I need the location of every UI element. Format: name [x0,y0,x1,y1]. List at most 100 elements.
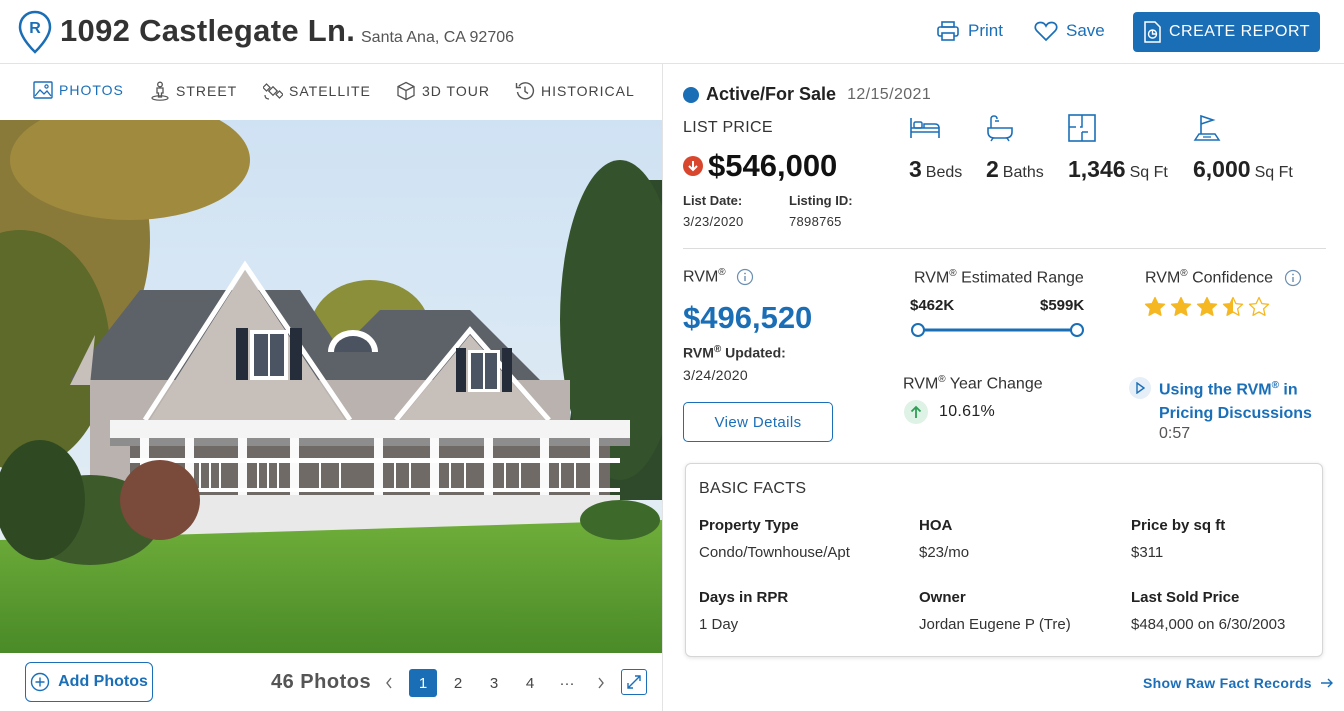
rvm-value: $496,520 [683,300,813,335]
history-icon [515,82,535,100]
arrow-right-icon [1320,678,1333,688]
star-icon [1170,296,1192,316]
raw-link-label: Show Raw Fact Records [1143,675,1312,691]
photo-count: 46 Photos [271,671,372,693]
listing-id-label: Listing ID: [789,193,853,208]
save-button[interactable]: Save [1034,20,1105,42]
basic-facts-title: BASIC FACTS [699,480,807,497]
create-report-button[interactable]: CREATE REPORT [1133,12,1320,52]
tab-historical[interactable]: HISTORICAL [515,81,635,101]
info-icon[interactable] [736,268,754,286]
more-pages-button[interactable]: ··· [553,669,581,697]
tab-3d-tour[interactable]: 3D TOUR [396,81,490,101]
fact-value: Jordan Eugene P (Tre) [919,616,1071,633]
section-divider [683,248,1326,249]
fact-label: Price by sq ft [1131,517,1226,534]
media-tabs: PHOTOS STREET SATELLITE 3D TOUR HISTORIC… [0,64,663,120]
fact-label: Property Type [699,517,799,534]
lot-flag-icon [1193,114,1221,141]
expand-button[interactable] [621,669,647,695]
play-icon[interactable] [1129,377,1151,399]
beds-feature: 3 Beds [909,114,962,182]
tab-street[interactable]: STREET [150,81,237,101]
lot-size-feature: 6,000 Sq Ft [1193,114,1293,182]
fact-value: Condo/Townhouse/Apt [699,544,850,561]
status-dot-icon [683,86,699,103]
page-header: R 1092 Castlegate Ln. Santa Ana, CA 9270… [0,0,1344,64]
fact-value: 1 Day [699,616,739,633]
chevron-right-icon [598,677,604,689]
info-icon[interactable] [1284,269,1302,287]
list-price-label: LIST PRICE [683,119,773,136]
tab-label: STREET [176,83,238,99]
svg-text:R: R [29,20,41,37]
listing-status: Active/For Sale 12/15/2021 [683,84,931,105]
rvm-range-bar [911,323,1084,337]
page-2-button[interactable]: 2 [444,669,472,697]
status-text: Active/For Sale [706,84,837,104]
show-raw-fact-records-link[interactable]: Show Raw Fact Records [1143,675,1334,691]
cube-icon [397,81,415,101]
lot-size-value: 6,000 Sq Ft [1193,156,1293,182]
street-view-icon [151,81,169,101]
fact-label: Owner [919,589,966,606]
rvm-confidence-label: RVM® Confidence [1145,268,1302,287]
rvm-video-title[interactable]: Using the RVM® in Pricing Discussions [1159,374,1339,426]
bed-icon [910,118,940,138]
rvm-video-duration: 0:57 [1159,425,1191,442]
fact-label: HOA [919,517,953,534]
prev-page-button[interactable] [375,669,403,697]
media-panel: PHOTOS STREET SATELLITE 3D TOUR HISTORIC… [0,64,663,711]
tab-photos[interactable]: PHOTOS [33,81,124,99]
rvm-range-high: $599K [1040,297,1085,314]
page-4-button[interactable]: 4 [516,669,544,697]
rvm-year-change-label: RVM® Year Change [903,374,1043,393]
list-price-value: $546,000 [708,148,838,183]
create-report-label: CREATE REPORT [1168,23,1311,40]
print-button[interactable]: Print [936,20,1003,42]
expand-icon [627,675,641,689]
star-icon [1222,296,1244,316]
bathtub-icon [987,115,1013,142]
rvm-year-change: 10.61% [904,400,995,424]
plus-circle-icon [30,672,50,692]
fact-label: Days in RPR [699,589,789,606]
print-label: Print [968,21,1003,40]
rvm-range-label: RVM® Estimated Range [914,268,1084,287]
baths-value: 2 Baths [986,156,1044,182]
photo-pagination-bar: Add Photos 46 Photos 1 2 3 4 ··· [0,653,662,711]
listing-id-value: 7898765 [789,214,842,229]
fact-label: Last Sold Price [1131,589,1240,606]
tab-label: PHOTOS [59,82,124,98]
star-icon [1196,296,1218,316]
photo-icon [33,81,53,99]
page-1-button[interactable]: 1 [409,669,437,697]
tab-label: 3D TOUR [422,83,490,99]
satellite-icon [263,83,283,100]
report-icon [1144,21,1161,43]
view-details-button[interactable]: View Details [683,402,833,442]
tab-label: SATELLITE [289,83,371,99]
next-page-button[interactable] [587,669,615,697]
chevron-left-icon [386,677,392,689]
basic-facts-card: BASIC FACTS Property Type Condo/Townhous… [685,463,1323,657]
fact-value: $484,000 on 6/30/2003 [1131,616,1286,633]
fact-value: $311 [1131,544,1164,561]
save-label: Save [1066,21,1105,40]
tab-satellite[interactable]: SATELLITE [263,81,371,101]
arrow-up-icon [904,400,928,424]
rvm-updated-label: RVM® Updated: [683,344,786,361]
rvm-range-low: $462K [910,297,955,314]
property-city-state-zip: Santa Ana, CA 92706 [361,29,515,46]
rvm-label: RVM® [683,267,754,286]
location-pin-logo-icon[interactable]: R [18,10,52,54]
list-date-value: 3/23/2020 [683,214,744,229]
printer-icon [937,21,959,41]
add-photos-button[interactable]: Add Photos [25,662,153,702]
house-photo-image [0,120,662,653]
property-photo[interactable] [0,120,662,653]
listing-details-panel: Active/For Sale 12/15/2021 LIST PRICE $5… [663,64,1344,711]
baths-feature: 2 Baths [986,114,1044,182]
page-3-button[interactable]: 3 [480,669,508,697]
rvm-year-change-value: 10.61% [939,403,996,420]
